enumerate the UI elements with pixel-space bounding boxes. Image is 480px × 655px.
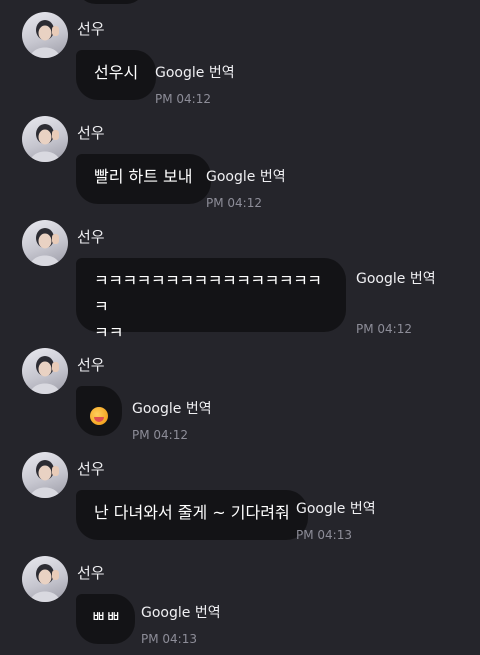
message-meta: Google 번역 PM 04:13 <box>141 602 221 646</box>
message-bubble[interactable]: 난 다녀와서 줄게 ~ 기다려줘 <box>76 490 308 540</box>
sender-name: 선우 <box>77 460 105 478</box>
sender-name: 선우 <box>77 564 105 582</box>
avatar[interactable] <box>22 116 68 162</box>
message-meta: Google 번역 PM 04:12 <box>132 398 212 442</box>
sender-name: 선우 <box>77 356 105 374</box>
message-meta: Google 번역 PM 04:13 <box>296 498 376 542</box>
profile-photo-icon <box>30 564 60 602</box>
message-bubble[interactable]: ㅋㅋㅋㅋㅋㅋㅋㅋㅋㅋㅋㅋㅋㅋㅋㅋㅋ ㅋㅋ <box>76 258 346 342</box>
google-translate-link[interactable]: Google 번역 <box>141 602 221 622</box>
profile-photo-icon <box>30 460 60 498</box>
message-meta: Google 번역 PM 04:12 <box>155 62 235 106</box>
message-time: PM 04:12 <box>206 196 262 210</box>
message-text: 빨리 하트 보내 <box>94 167 193 186</box>
avatar[interactable] <box>22 12 68 58</box>
message-text: 난 다녀와서 줄게 ~ 기다려줘 <box>94 503 290 522</box>
sender-name: 선우 <box>77 20 105 38</box>
google-translate-link[interactable]: Google 번역 <box>132 398 212 418</box>
message-text: 선우시 <box>94 63 139 82</box>
message-time: PM 04:12 <box>155 92 211 106</box>
profile-photo-icon <box>30 228 60 266</box>
smiling-face-emoji-icon <box>90 406 108 425</box>
message-time: PM 04:13 <box>141 632 197 646</box>
avatar[interactable] <box>22 348 68 394</box>
sender-name: 선우 <box>77 124 105 142</box>
previous-message-bubble <box>76 0 146 4</box>
message-meta: Google 번역 PM 04:12 <box>206 166 286 210</box>
message-time: PM 04:12 <box>356 322 412 336</box>
google-translate-link[interactable]: Google 번역 <box>206 166 286 186</box>
message-time: PM 04:12 <box>132 428 188 442</box>
message-text-line: ㅋㅋㅋㅋㅋㅋㅋㅋㅋㅋㅋㅋㅋㅋㅋㅋㅋ <box>94 271 322 316</box>
google-translate-link[interactable]: Google 번역 <box>356 268 436 288</box>
message-time: PM 04:13 <box>296 528 352 542</box>
message-meta: Google 번역 PM 04:12 <box>356 268 436 336</box>
avatar[interactable] <box>22 452 68 498</box>
message-bubble[interactable] <box>76 386 122 436</box>
google-translate-link[interactable]: Google 번역 <box>155 62 235 82</box>
message-text-line: ㅋㅋ <box>94 323 124 342</box>
message-bubble[interactable]: 선우시 <box>76 50 157 100</box>
message-bubble[interactable]: ㅃㅃ <box>76 594 136 644</box>
sender-name: 선우 <box>77 228 105 246</box>
profile-photo-icon <box>30 20 60 58</box>
message-text: ㅃㅃ <box>91 607 121 626</box>
profile-photo-icon <box>30 356 60 394</box>
message-bubble[interactable]: 빨리 하트 보내 <box>76 154 211 204</box>
avatar[interactable] <box>22 220 68 266</box>
google-translate-link[interactable]: Google 번역 <box>296 498 376 518</box>
avatar[interactable] <box>22 556 68 602</box>
profile-photo-icon <box>30 124 60 162</box>
